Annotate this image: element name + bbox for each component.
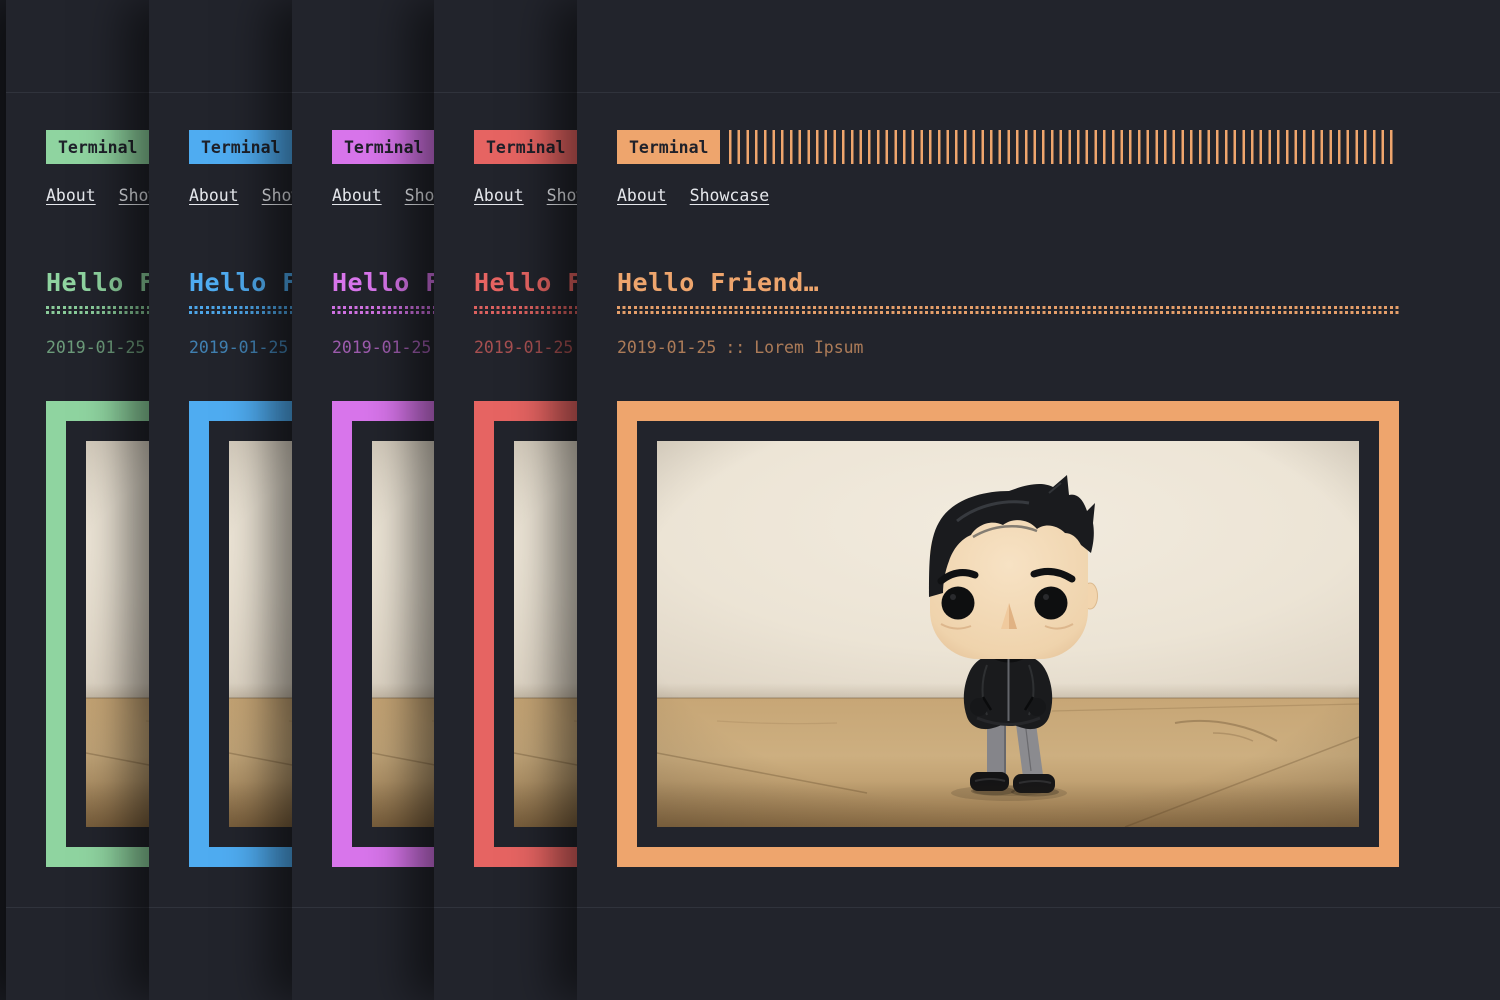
post-category: Lorem Ipsum: [754, 338, 863, 357]
nav-link-about[interactable]: About: [189, 186, 239, 207]
post-meta: 2019-01-25 :: Lorem Ipsum: [617, 338, 864, 357]
post-date: 2019-01-25: [474, 338, 573, 357]
logo-row: Terminal: [617, 130, 1399, 164]
nav-link-about[interactable]: About: [617, 186, 667, 207]
funko-pop-photo-illustration: [657, 441, 1359, 827]
post-date: 2019-01-25: [189, 338, 288, 357]
site-nav: About Showcase: [617, 186, 769, 207]
nav-link-about[interactable]: About: [332, 186, 382, 207]
logo-decoration-bars-icon: [729, 130, 1399, 164]
footer-seam-line: [577, 907, 1500, 908]
post-title-divider: [617, 306, 1399, 316]
logo-badge[interactable]: Terminal: [189, 130, 292, 164]
funko-pop-figure-photo: [657, 441, 1359, 827]
nav-link-showcase[interactable]: Showcase: [690, 186, 769, 207]
post-date: 2019-01-25: [46, 338, 145, 357]
framed-image: [617, 401, 1399, 867]
logo-badge[interactable]: Terminal: [617, 130, 720, 164]
post-title: Hello Friend…: [617, 268, 819, 298]
logo-badge[interactable]: Terminal: [474, 130, 577, 164]
nav-link-about[interactable]: About: [46, 186, 96, 207]
header-seam-line: [577, 92, 1500, 93]
logo-badge[interactable]: Terminal: [332, 130, 435, 164]
logo-badge[interactable]: Terminal: [46, 130, 149, 164]
post-date: 2019-01-25: [617, 338, 716, 357]
post-meta-separator: ::: [725, 338, 745, 357]
nav-link-about[interactable]: About: [474, 186, 524, 207]
photo-vignette: [657, 441, 1359, 827]
theme-card-orange: Terminal About Showcase Hello Friend… 20…: [577, 0, 1500, 1000]
post-date: 2019-01-25: [332, 338, 431, 357]
theme-preview-stage: Terminal About Showcase Hello Friend… 20…: [0, 0, 1500, 1000]
